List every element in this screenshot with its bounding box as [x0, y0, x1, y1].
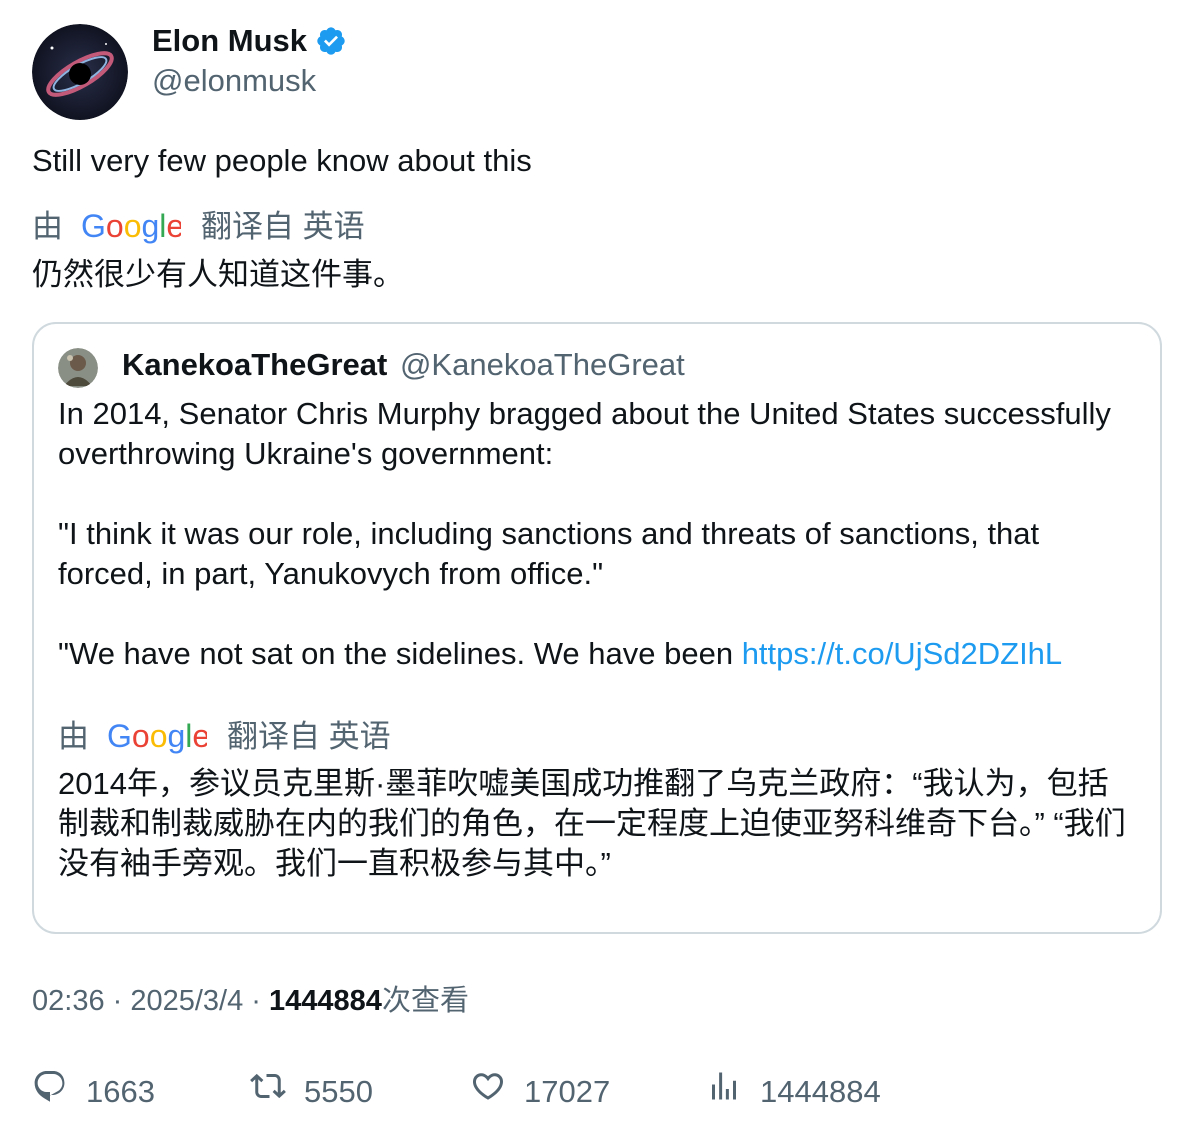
like-icon	[470, 1068, 506, 1116]
tweet-meta: 02:36 · 2025/3/4 · 1444884次查看	[32, 982, 469, 1020]
quoted-author-avatar[interactable]	[58, 348, 98, 388]
tweet-text: Still very few people know about this	[32, 143, 532, 178]
quoted-tweet-card[interactable]: KanekoaTheGreat @KanekoaTheGreat In 2014…	[32, 322, 1162, 934]
quoted-paragraph-2: "I think it was our role, including sanc…	[58, 516, 1040, 591]
quoted-paragraph-3: "We have not sat on the sidelines. We ha…	[58, 634, 1138, 674]
svg-text:Google: Google	[81, 209, 181, 244]
verified-badge-icon[interactable]	[315, 25, 347, 57]
retweet-count: 5550	[304, 1074, 373, 1109]
reply-count: 1663	[86, 1074, 155, 1109]
translation-by-label: 由	[32, 209, 63, 244]
author-avatar[interactable]	[32, 24, 128, 120]
views-button[interactable]: 1444884	[706, 1068, 881, 1116]
quoted-translated-text: 2014年，参议员克里斯·墨菲吹嘘美国成功推翻了乌克兰政府：“我认为，包括制裁和…	[58, 766, 1126, 881]
author-handle[interactable]: @elonmusk	[152, 62, 316, 100]
google-logo: Google	[81, 209, 181, 245]
quoted-tweet-body: In 2014, Senator Chris Murphy bragged ab…	[58, 394, 1138, 674]
quoted-tweet-link[interactable]: https://t.co/UjSd2DZIhL	[742, 636, 1062, 671]
reply-button[interactable]: 1663	[32, 1068, 155, 1116]
translation-label[interactable]: 翻译自 英语	[201, 208, 365, 246]
quoted-author-handle[interactable]: @KanekoaTheGreat	[400, 347, 685, 382]
author-display-name[interactable]: Elon Musk	[152, 22, 347, 60]
retweet-icon	[250, 1068, 286, 1116]
quoted-author-name[interactable]: KanekoaTheGreat	[122, 347, 387, 382]
views-label: 次查看	[381, 985, 469, 1017]
svg-text:Google: Google	[107, 719, 207, 754]
like-count: 17027	[524, 1074, 611, 1109]
views-action-count: 1444884	[760, 1074, 881, 1109]
quoted-translation-label[interactable]: 翻译自 英语	[227, 718, 391, 756]
meta-separator: ·	[243, 985, 270, 1017]
quoted-paragraph-1: In 2014, Senator Chris Murphy bragged ab…	[58, 396, 1111, 471]
meta-separator: ·	[104, 985, 131, 1017]
retweet-button[interactable]: 5550	[250, 1068, 373, 1116]
quoted-translation-by-label: 由	[58, 719, 89, 754]
views-count: 1444884	[269, 985, 382, 1017]
quoted-paragraph-3-text: "We have not sat on the sidelines. We ha…	[58, 636, 742, 671]
reply-icon	[32, 1068, 68, 1116]
views-icon	[706, 1068, 742, 1116]
action-bar: 1663 5550 17027 1444884	[32, 1068, 1172, 1112]
like-button[interactable]: 17027	[470, 1068, 610, 1116]
quoted-tweet-header: KanekoaTheGreat @KanekoaTheGreat	[122, 346, 685, 384]
author-name-text[interactable]: Elon Musk	[152, 22, 307, 60]
translated-text: 仍然很少有人知道这件事。	[32, 257, 404, 292]
tweet-time[interactable]: 02:36	[32, 985, 105, 1017]
quoted-translation-attribution: 由 Google 翻译自 英语	[58, 718, 391, 756]
translation-attribution: 由 Google 翻译自 英语	[32, 208, 365, 246]
google-logo: Google	[107, 719, 207, 755]
tweet-date[interactable]: 2025/3/4	[130, 985, 243, 1017]
